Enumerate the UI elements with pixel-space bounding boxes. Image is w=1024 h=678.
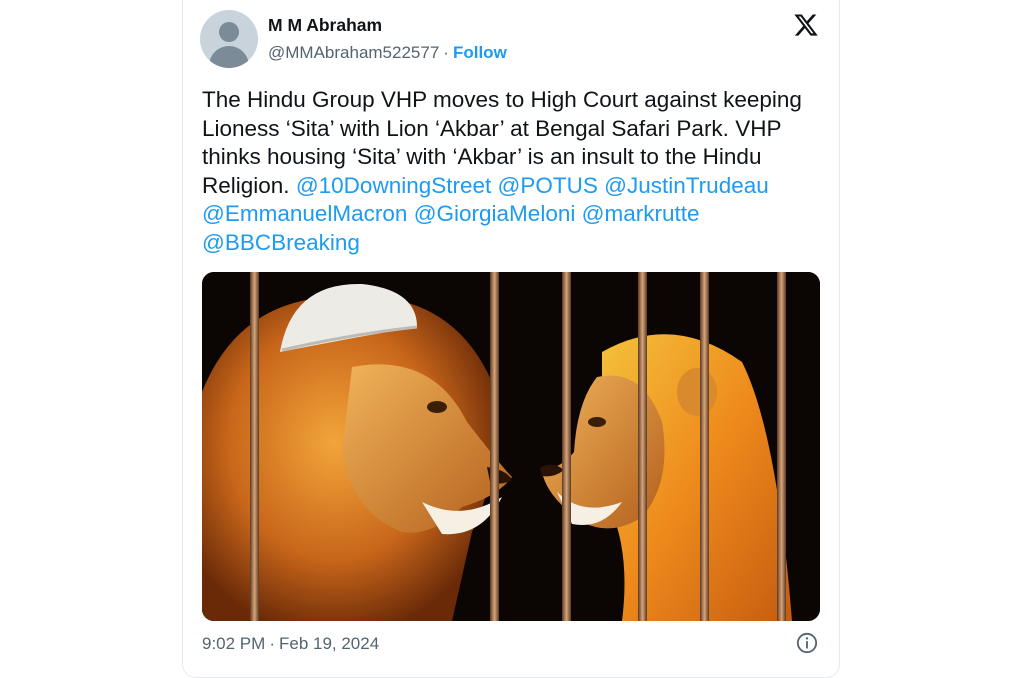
avatar-head xyxy=(219,22,239,42)
handle-row: @MMAbraham522577 · Follow xyxy=(268,43,507,63)
timestamp-separator: · xyxy=(269,634,275,653)
tweet-media[interactable] xyxy=(202,272,820,621)
mention-giorgiameloni[interactable]: @GiorgiaMeloni xyxy=(414,201,576,226)
tweet-date: Feb 19, 2024 xyxy=(278,634,380,653)
mention-emmanuelmacron[interactable]: @EmmanuelMacron xyxy=(202,201,407,226)
avatar-body xyxy=(209,46,249,68)
follow-button[interactable]: Follow xyxy=(453,43,507,62)
lion-and-lioness-image xyxy=(202,272,820,621)
tweet-time: 9:02 PM xyxy=(202,634,266,653)
tweet-text: The Hindu Group VHP moves to High Court … xyxy=(202,86,822,258)
user-avatar[interactable] xyxy=(200,10,258,68)
user-handle[interactable]: @MMAbraham522577 xyxy=(268,43,439,62)
info-icon[interactable] xyxy=(796,632,818,654)
x-logo-icon[interactable] xyxy=(793,12,819,38)
handle-separator: · xyxy=(443,43,449,62)
mention-bbcbreaking[interactable]: @BBCBreaking xyxy=(202,230,360,255)
mention-potus[interactable]: @POTUS xyxy=(498,173,598,198)
mention-markrutte[interactable]: @markrutte xyxy=(582,201,700,226)
display-name[interactable]: M M Abraham xyxy=(268,15,382,36)
mention-justintrudeau[interactable]: @JustinTrudeau xyxy=(604,173,769,198)
mention-10downingstreet[interactable]: @10DowningStreet xyxy=(296,173,491,198)
tweet-timestamp[interactable]: 9:02 PM · Feb 19, 2024 xyxy=(202,634,379,654)
